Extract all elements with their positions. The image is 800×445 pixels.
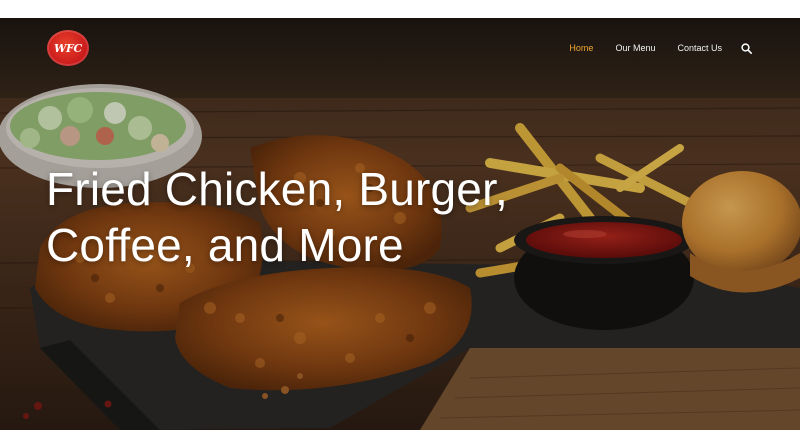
hero-headline-line-2: Coffee, and More bbox=[46, 219, 404, 271]
hero-headline-line-1: Fried Chicken, Burger, bbox=[46, 163, 509, 215]
navbar: WFC Home Our Menu Contact Us bbox=[0, 18, 800, 80]
main-nav: Home Our Menu Contact Us bbox=[547, 41, 752, 55]
brand-logo[interactable]: WFC bbox=[47, 30, 89, 66]
nav-item-home[interactable]: Home bbox=[569, 41, 593, 55]
hero-headline: Fried Chicken, Burger, Coffee, and More bbox=[46, 161, 646, 273]
search-icon[interactable] bbox=[740, 42, 752, 54]
nav-item-our-menu[interactable]: Our Menu bbox=[615, 41, 655, 55]
hero-section: WFC Home Our Menu Contact Us Fried Chick… bbox=[0, 18, 800, 430]
brand-logo-text: WFC bbox=[53, 41, 83, 55]
nav-item-contact-us[interactable]: Contact Us bbox=[677, 41, 722, 55]
